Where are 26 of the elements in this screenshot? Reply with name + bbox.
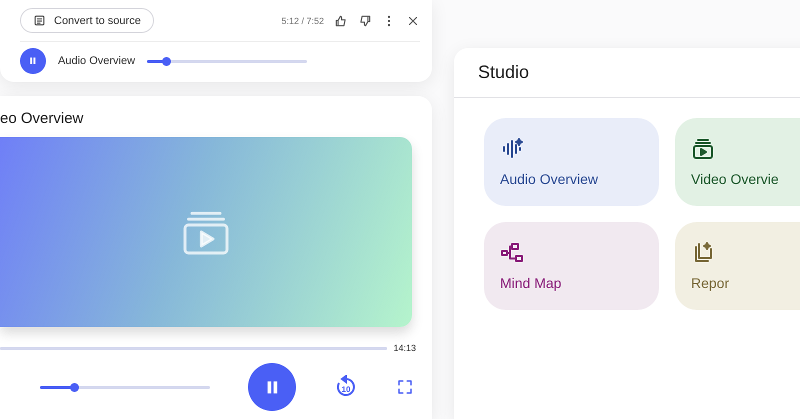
studio-tile[interactable]: Audio Overview — [484, 118, 659, 206]
progress-slider[interactable] — [40, 386, 210, 388]
waveform-icon — [500, 137, 524, 161]
studio-tile[interactable]: Mind Map — [484, 222, 659, 310]
thumbs-up-icon[interactable] — [334, 14, 348, 28]
mind-map-icon — [500, 241, 524, 265]
pause-button[interactable] — [248, 363, 296, 411]
panel-title: Studio — [454, 48, 800, 98]
video-title: eo Overview — [0, 110, 84, 127]
studio-tile[interactable]: Repor — [675, 222, 800, 310]
convert-button[interactable]: Convert to source — [20, 8, 154, 33]
progress-slider[interactable] — [147, 60, 308, 62]
pause-button[interactable] — [20, 48, 46, 74]
video-stack-icon — [691, 137, 715, 161]
document-icon[interactable] — [33, 14, 46, 27]
fullscreen-icon[interactable] — [396, 378, 414, 396]
player-title: Audio Overview — [58, 55, 136, 67]
time-label: 5:12 / 7:52 — [281, 16, 324, 26]
thumbs-down-icon[interactable] — [358, 14, 372, 28]
duration-label: 14:13 — [393, 343, 416, 353]
studio-tile[interactable]: Video Overvie — [675, 118, 800, 206]
rewind-button[interactable]: 10 — [334, 375, 358, 399]
tile-label: Mind Map — [500, 275, 562, 291]
tile-label: Repor — [691, 275, 730, 291]
tile-label: Video Overvie — [691, 171, 779, 187]
tile-label: Audio Overview — [500, 171, 598, 187]
